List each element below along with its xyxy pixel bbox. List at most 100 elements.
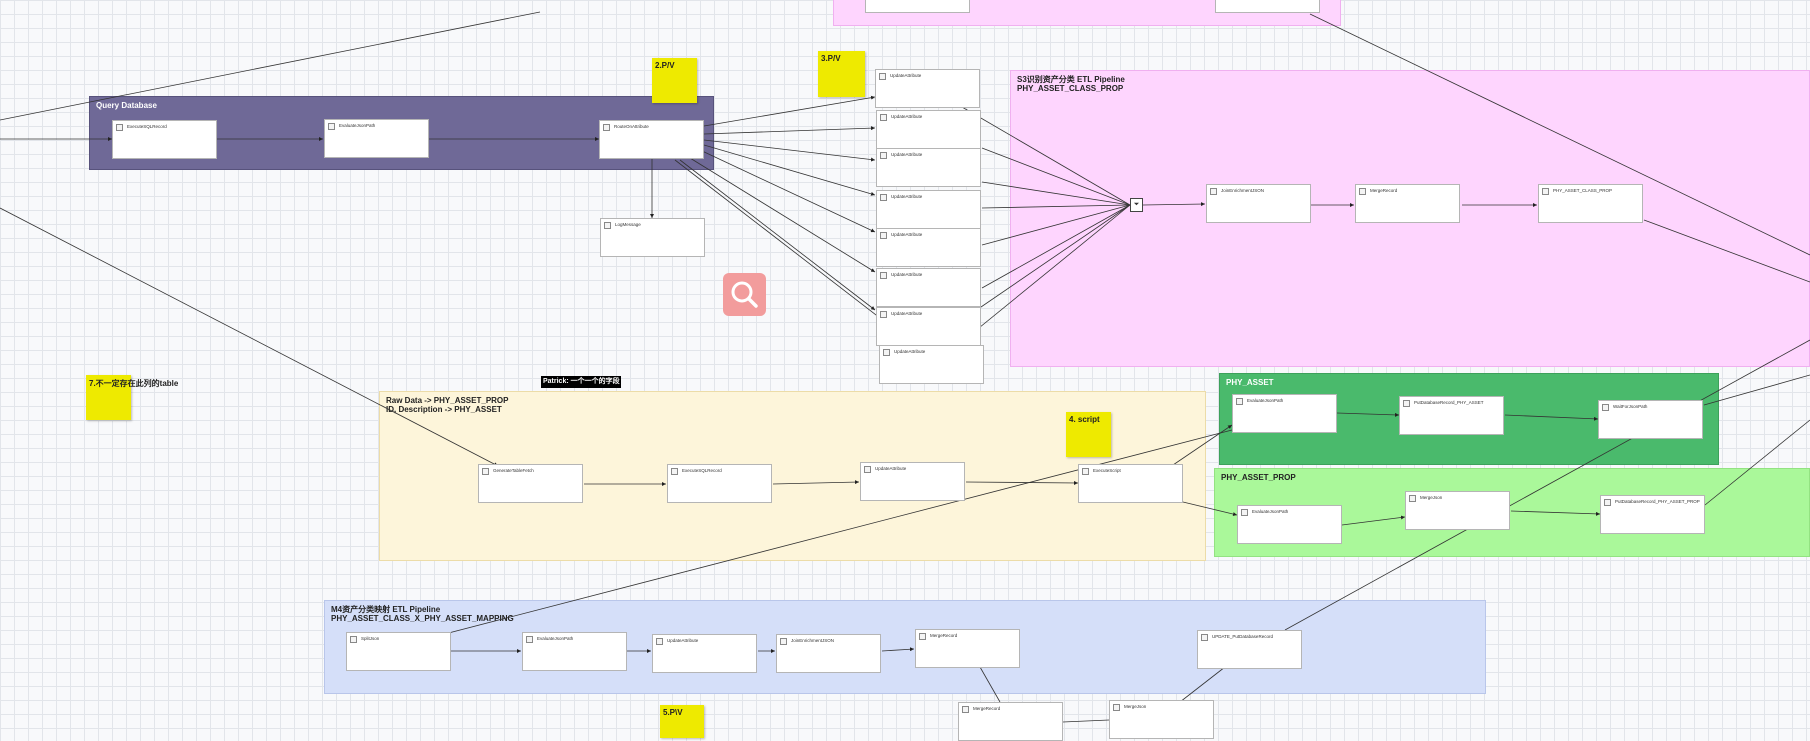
processor-partial[interactable] xyxy=(865,0,970,13)
processor-join-enrichment[interactable]: JoinEnrichmentJSON xyxy=(1206,184,1311,223)
connection[interactable] xyxy=(679,159,876,311)
comment-label[interactable]: Patrick: 一个一个的字段 xyxy=(541,376,621,388)
processor-merge-record[interactable]: MergeRecord xyxy=(915,629,1020,668)
connection[interactable] xyxy=(703,126,876,135)
connection[interactable] xyxy=(1643,219,1810,283)
processor-merge-record[interactable]: MergeRecord xyxy=(1355,184,1460,223)
processor-execute-script[interactable]: ExecuteScript xyxy=(1078,464,1183,503)
processor-generate-table-fetch[interactable]: GenerateTableFetch xyxy=(478,464,583,503)
connection[interactable] xyxy=(1172,424,1233,466)
processor-label: UpdateAttribute xyxy=(891,152,923,157)
processor-wait-for-json-path[interactable]: WaitForJsonPath xyxy=(1598,400,1703,439)
sticky-note-4[interactable]: 4. script xyxy=(1066,412,1111,457)
connection[interactable] xyxy=(699,149,876,233)
connection[interactable] xyxy=(0,207,499,467)
processor-update-attribute[interactable]: UpdateAttribute xyxy=(860,462,965,501)
connection[interactable] xyxy=(1284,339,1810,631)
connection[interactable] xyxy=(981,204,1131,289)
processor-update-attribute[interactable]: UpdateAttribute xyxy=(876,268,981,307)
processor-label: PutDatabaseRecord_PHY_ASSET_PROP xyxy=(1615,499,1700,504)
connection[interactable] xyxy=(703,139,876,162)
connection[interactable] xyxy=(1704,419,1810,506)
connection[interactable] xyxy=(1504,414,1599,421)
connection[interactable] xyxy=(1179,666,1226,703)
processor-phy-asset-class-prop[interactable]: PHY_ASSET_CLASS_PROP xyxy=(1538,184,1643,223)
processor-icon xyxy=(1082,468,1089,475)
processor-update-attribute[interactable]: UpdateAttribute xyxy=(876,148,981,187)
connection[interactable] xyxy=(961,106,1131,206)
connection[interactable] xyxy=(703,95,876,127)
processor-evaluate-json-path[interactable]: EvaluateJsonPath xyxy=(1232,394,1337,433)
processor-put-database-record[interactable]: PutDatabaseRecord_PHY_ASSET xyxy=(1399,396,1504,435)
sticky-label: 3.P/V xyxy=(821,54,841,63)
processor-update-attribute[interactable]: UpdateAttribute xyxy=(876,110,981,149)
processor-label: EvaluateJsonPath xyxy=(339,123,376,128)
processor-icon xyxy=(883,349,890,356)
processor-log-message[interactable]: LogMessage xyxy=(600,218,705,257)
processor-partial[interactable] xyxy=(1215,0,1320,13)
connection[interactable] xyxy=(1336,412,1400,417)
processor-evaluate-json-path[interactable]: EvaluateJsonPath xyxy=(1237,505,1342,544)
processor-icon xyxy=(482,468,489,475)
processor-route-on-attribute[interactable]: RouteOnAttribute xyxy=(599,120,704,159)
processor-update-put-database-record[interactable]: UPDATE_PutDatabaseRecord xyxy=(1197,630,1302,669)
search-button[interactable] xyxy=(723,273,766,316)
processor-join-enrichment[interactable]: JoinEnrichmentJSON xyxy=(776,634,881,673)
search-icon xyxy=(731,281,758,308)
processor-label: UpdateAttribute xyxy=(890,73,922,78)
connection[interactable] xyxy=(1062,719,1110,723)
processor-update-attribute[interactable]: UpdateAttribute xyxy=(879,345,984,384)
processor-merge-record[interactable]: MergeRecord xyxy=(958,702,1063,741)
connection[interactable] xyxy=(1142,202,1206,207)
processor-label: ExecuteSQLRecord xyxy=(682,468,722,473)
processor-update-attribute[interactable]: UpdateAttribute xyxy=(876,190,981,229)
flow-canvas[interactable]: Query Database S3识别资产分类 ETL Pipeline PHY… xyxy=(0,0,1810,741)
processor-update-attribute[interactable]: UpdateAttribute xyxy=(876,307,981,346)
processor-icon xyxy=(880,232,887,239)
processor-icon xyxy=(962,706,969,713)
processor-label: UpdateAttribute xyxy=(891,272,923,277)
processor-update-attribute[interactable]: UpdateAttribute xyxy=(875,69,980,108)
processor-label: UpdateAttribute xyxy=(894,349,926,354)
connection[interactable] xyxy=(1510,510,1601,516)
sticky-label: 5.P\V xyxy=(663,708,683,717)
connection[interactable] xyxy=(772,480,860,485)
sticky-note-3[interactable]: 3.P/V xyxy=(818,51,865,97)
processor-update-attribute[interactable]: UpdateAttribute xyxy=(652,634,757,673)
funnel-icon[interactable]: ⏷ xyxy=(1130,198,1143,212)
connection[interactable] xyxy=(981,181,1131,206)
processor-label: UpdateAttribute xyxy=(667,638,699,643)
connection[interactable] xyxy=(436,429,1233,637)
processor-execute-sql-record[interactable]: ExecuteSQLRecord xyxy=(667,464,772,503)
connection[interactable] xyxy=(979,666,1001,703)
connection[interactable] xyxy=(965,480,1079,485)
connection[interactable] xyxy=(957,204,1131,346)
processor-label: GenerateTableFetch xyxy=(493,468,534,473)
connection[interactable] xyxy=(1182,501,1238,517)
connection[interactable] xyxy=(981,204,1131,209)
connection[interactable] xyxy=(1341,515,1406,526)
connection[interactable] xyxy=(961,204,1131,321)
connection[interactable] xyxy=(703,144,876,196)
processor-split-json[interactable]: SplitJson xyxy=(346,632,451,671)
connection[interactable] xyxy=(981,204,1131,246)
processor-update-attribute[interactable]: UpdateAttribute xyxy=(876,228,981,267)
processor-evaluate-json-path[interactable]: EvaluateJsonPath xyxy=(522,632,627,671)
connection[interactable] xyxy=(881,647,915,652)
processor-evaluate-json-path[interactable]: EvaluateJsonPath xyxy=(324,119,429,158)
connection[interactable] xyxy=(0,11,541,121)
sticky-note-7[interactable]: 7.不一定存在此列的table xyxy=(86,375,178,420)
connection[interactable] xyxy=(689,157,876,273)
processor-merge-json[interactable]: MergeJson xyxy=(1109,700,1214,739)
processor-label: ExecuteSQLRecord xyxy=(127,124,167,129)
processor-execute-sql-record[interactable]: ExecuteSQLRecord xyxy=(112,120,217,159)
processor-merge-json[interactable]: MergeJson xyxy=(1405,491,1510,530)
processor-put-database-record[interactable]: PutDatabaseRecord_PHY_ASSET_PROP xyxy=(1600,495,1705,534)
sticky-note-5[interactable]: 5.P\V xyxy=(660,705,704,738)
processor-icon xyxy=(880,114,887,121)
sticky-note-2[interactable]: 2.P/V xyxy=(652,58,697,103)
connection[interactable] xyxy=(981,147,1131,206)
processor-label: MergeJson xyxy=(1420,495,1443,500)
processor-icon xyxy=(116,124,123,131)
processor-icon xyxy=(1602,404,1609,411)
